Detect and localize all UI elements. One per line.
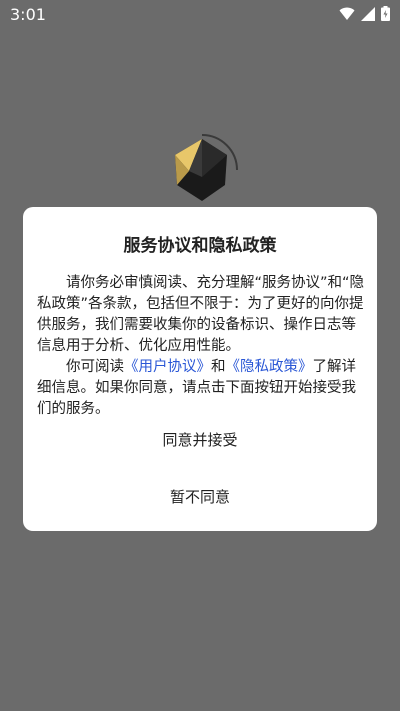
dialog-body: 请你务必审慎阅读、充分理解“服务协议”和“隐私政策”各条款，包括但不限于：为了更…: [37, 273, 367, 420]
wifi-icon: [339, 7, 355, 21]
app-logo: [165, 133, 239, 207]
user-agreement-link[interactable]: 《用户协议》: [124, 359, 211, 375]
and-text: 和: [211, 359, 226, 375]
terms-paragraph: 请你务必审慎阅读、充分理解“服务协议”和“隐私政策”各条款，包括但不限于：为了更…: [37, 275, 365, 354]
accept-button[interactable]: 同意并接受: [23, 429, 377, 450]
battery-icon: [381, 6, 390, 21]
status-icons: [339, 6, 390, 21]
signal-icon: [361, 6, 375, 21]
links-paragraph: 你可阅读《用户协议》和《隐私政策》了解详细信息。如果你同意，请点击下面按钮开始接…: [37, 357, 367, 420]
read-prefix: 你可阅读: [66, 359, 124, 375]
privacy-dialog: 服务协议和隐私政策 请你务必审慎阅读、充分理解“服务协议”和“隐私政策”各条款，…: [23, 207, 377, 531]
status-bar: 3:01: [0, 0, 400, 28]
privacy-policy-link[interactable]: 《隐私政策》: [226, 359, 313, 375]
decline-button[interactable]: 暂不同意: [23, 486, 377, 507]
status-time: 3:01: [10, 5, 46, 24]
dialog-title: 服务协议和隐私政策: [123, 236, 277, 256]
